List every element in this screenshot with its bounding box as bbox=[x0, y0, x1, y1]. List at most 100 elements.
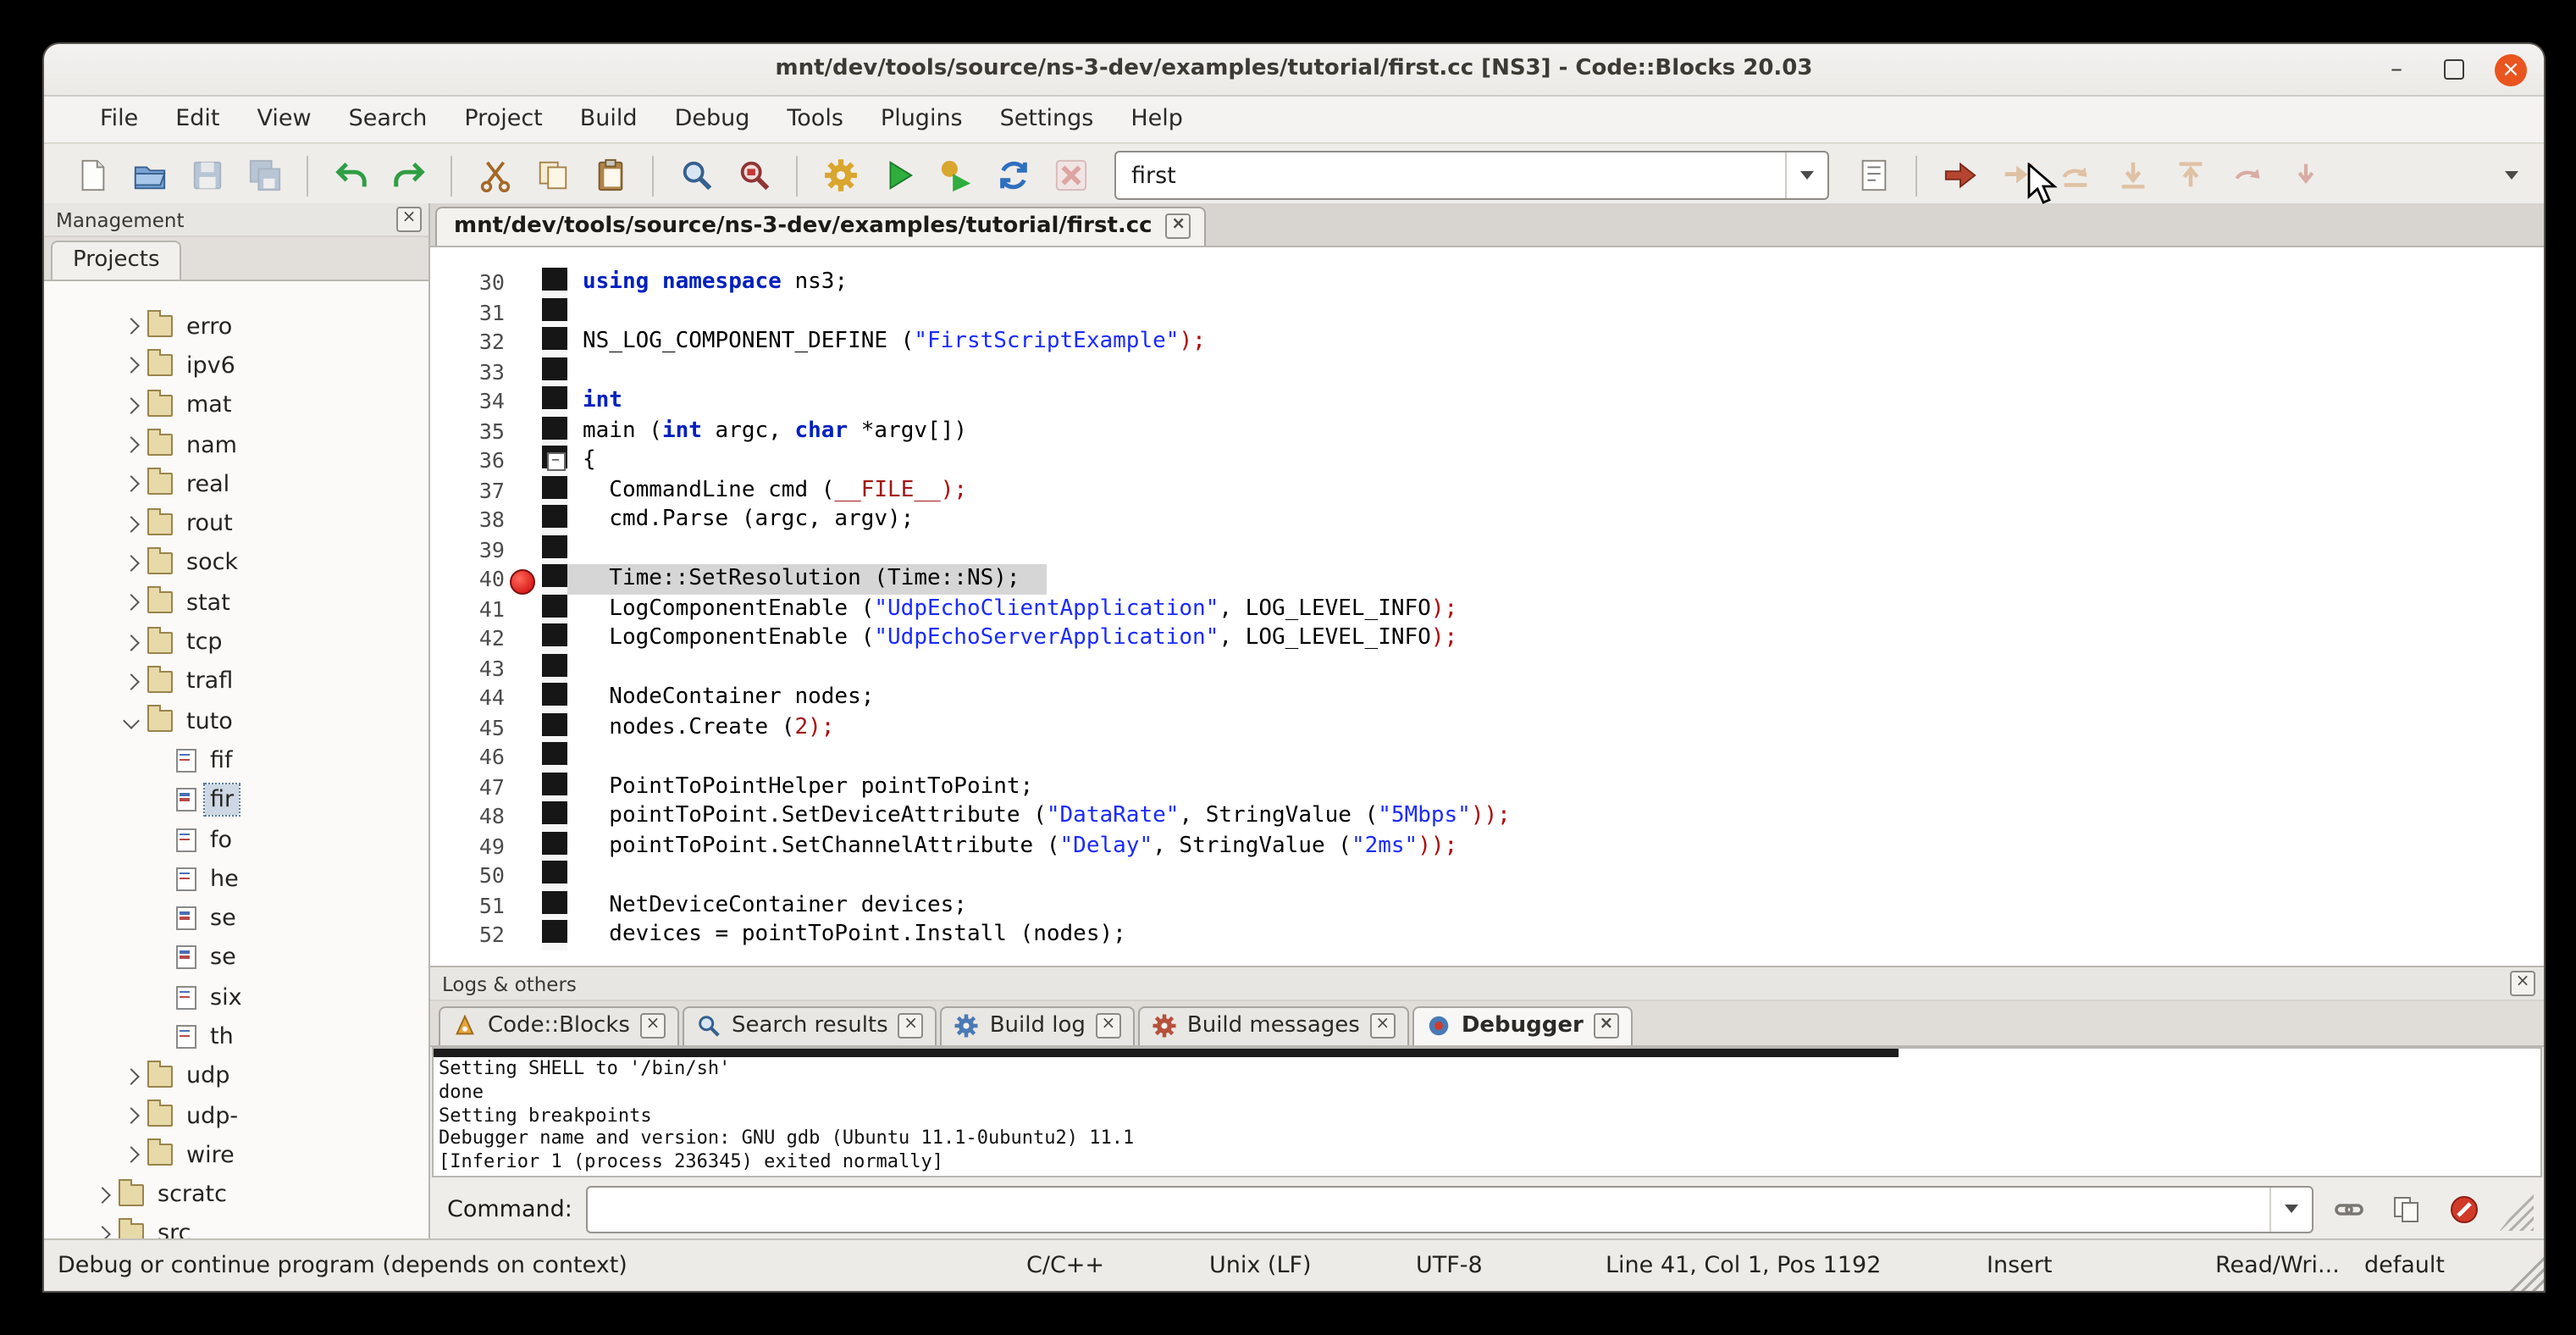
code-line-38[interactable]: 38 cmd.Parse (argc, argv); bbox=[430, 505, 2544, 535]
menu-debug[interactable]: Debug bbox=[656, 97, 769, 142]
breakpoint-margin[interactable] bbox=[505, 475, 542, 505]
tree-item-fo-13[interactable]: fo bbox=[44, 820, 428, 860]
breakpoint-margin[interactable] bbox=[505, 653, 542, 683]
tree-item-udp-19[interactable]: udp bbox=[44, 1056, 428, 1096]
maximize-button[interactable] bbox=[2437, 53, 2471, 86]
tree-item-mat-2[interactable]: mat bbox=[44, 385, 428, 425]
tree-item-ipv6-1[interactable]: ipv6 bbox=[44, 346, 428, 386]
menu-edit[interactable]: Edit bbox=[157, 97, 238, 142]
menu-build[interactable]: Build bbox=[561, 97, 656, 142]
tree-item-scratc-22[interactable]: scratc bbox=[44, 1175, 428, 1215]
code-line-36[interactable]: 36−{ bbox=[430, 446, 2544, 475]
tree-item-rout-5[interactable]: rout bbox=[44, 504, 428, 544]
code-line-32[interactable]: 32NS_LOG_COMPONENT_DEFINE ("FirstScriptE… bbox=[430, 327, 2544, 357]
menu-tools[interactable]: Tools bbox=[768, 97, 862, 142]
replace-icon[interactable] bbox=[730, 153, 777, 197]
tree-item-trafl-9[interactable]: trafl bbox=[44, 662, 428, 701]
log-tab-close-icon[interactable]: × bbox=[1594, 1013, 1619, 1039]
menu-project[interactable]: Project bbox=[445, 97, 561, 142]
chevron-right-icon[interactable] bbox=[119, 479, 142, 490]
breakpoint-margin[interactable] bbox=[505, 327, 542, 357]
code-line-52[interactable]: 52 devices = pointToPoint.Install (nodes… bbox=[430, 920, 2544, 950]
menu-plugins[interactable]: Plugins bbox=[862, 97, 981, 142]
debugger-log[interactable]: Setting SHELL to '/bin/sh'doneSetting br… bbox=[432, 1047, 2542, 1177]
breakpoint-margin[interactable] bbox=[505, 268, 542, 297]
chevron-right-icon[interactable] bbox=[119, 320, 142, 332]
new-file-icon[interactable] bbox=[68, 153, 115, 197]
log-tab-close-icon[interactable]: × bbox=[1096, 1013, 1121, 1039]
code-line-50[interactable]: 50 bbox=[430, 861, 2544, 890]
chevron-right-icon[interactable] bbox=[119, 1149, 142, 1161]
breakpoint-icon[interactable] bbox=[510, 568, 535, 594]
open-file-icon[interactable] bbox=[125, 153, 173, 197]
tree-item-th-18[interactable]: th bbox=[44, 1017, 428, 1057]
chevron-right-icon[interactable] bbox=[90, 1188, 113, 1200]
editor-tab-first-cc[interactable]: mnt/dev/tools/source/ns-3-dev/examples/t… bbox=[435, 207, 1207, 246]
breakpoint-margin[interactable] bbox=[505, 683, 542, 712]
chevron-right-icon[interactable] bbox=[119, 1110, 142, 1122]
breakpoint-margin[interactable] bbox=[505, 416, 542, 446]
breakpoint-margin[interactable] bbox=[505, 535, 542, 564]
breakpoint-margin[interactable] bbox=[505, 386, 542, 416]
attach-icon[interactable] bbox=[2327, 1187, 2371, 1231]
chevron-down-icon[interactable] bbox=[119, 715, 142, 727]
tree-item-he-14[interactable]: he bbox=[44, 859, 428, 899]
code-line-39[interactable]: 39 bbox=[430, 535, 2544, 564]
code-line-30[interactable]: 30using namespace ns3; bbox=[430, 268, 2544, 297]
breakpoint-margin[interactable] bbox=[505, 357, 542, 386]
log-tab-close-icon[interactable]: × bbox=[640, 1013, 666, 1039]
build-and-run-icon[interactable] bbox=[931, 153, 979, 197]
close-button[interactable]: × bbox=[2495, 53, 2527, 86]
panel-resize-grip[interactable] bbox=[2500, 1187, 2534, 1231]
paste-icon[interactable] bbox=[586, 153, 633, 197]
minimize-button[interactable]: – bbox=[2380, 53, 2413, 86]
tree-item-erro-0[interactable]: erro bbox=[44, 307, 428, 346]
code-editor[interactable]: 30using namespace ns3;3132NS_LOG_COMPONE… bbox=[430, 247, 2544, 966]
log-tab-close-icon[interactable]: × bbox=[1370, 1013, 1396, 1039]
fold-collapse-icon[interactable]: − bbox=[546, 452, 565, 471]
tree-item-six-17[interactable]: six bbox=[44, 978, 428, 1017]
tree-item-sock-6[interactable]: sock bbox=[44, 544, 428, 584]
code-line-40[interactable]: 40 Time::SetResolution (Time::NS); bbox=[430, 564, 2544, 594]
undo-icon[interactable] bbox=[327, 153, 374, 197]
breakpoint-margin[interactable] bbox=[505, 742, 542, 772]
tree-item-tuto-10[interactable]: tuto bbox=[44, 701, 428, 741]
rebuild-icon[interactable] bbox=[989, 153, 1036, 197]
code-line-33[interactable]: 33 bbox=[430, 357, 2544, 386]
tree-item-nam-3[interactable]: nam bbox=[44, 425, 428, 465]
management-close-icon[interactable]: × bbox=[396, 207, 422, 232]
breakpoint-margin[interactable] bbox=[505, 297, 542, 327]
code-line-35[interactable]: 35main (int argc, char *argv[]) bbox=[430, 416, 2544, 446]
stop-debugger-icon[interactable] bbox=[2442, 1187, 2486, 1231]
log-tab-build-messages[interactable]: Build messages× bbox=[1138, 1006, 1409, 1045]
chevron-right-icon[interactable] bbox=[119, 360, 142, 372]
code-line-46[interactable]: 46 bbox=[430, 742, 2544, 772]
command-dropdown-icon[interactable] bbox=[2269, 1187, 2312, 1231]
breakpoint-margin[interactable] bbox=[505, 772, 542, 801]
menu-help[interactable]: Help bbox=[1112, 97, 1202, 142]
tree-item-se-16[interactable]: se bbox=[44, 939, 428, 978]
log-tab-close-icon[interactable]: × bbox=[898, 1013, 924, 1039]
tree-item-udp--20[interactable]: udp- bbox=[44, 1096, 428, 1136]
code-line-48[interactable]: 48 pointToPoint.SetDeviceAttribute ("Dat… bbox=[430, 801, 2544, 831]
code-line-41[interactable]: 41 LogComponentEnable ("UdpEchoClientApp… bbox=[430, 594, 2544, 623]
breakpoint-margin[interactable] bbox=[505, 801, 542, 831]
chevron-right-icon[interactable] bbox=[119, 636, 142, 648]
chevron-right-icon[interactable] bbox=[119, 676, 142, 688]
chevron-right-icon[interactable] bbox=[119, 518, 142, 529]
combo-dropdown-icon[interactable] bbox=[1785, 152, 1827, 198]
chevron-right-icon[interactable] bbox=[119, 557, 142, 569]
breakpoint-margin[interactable] bbox=[505, 712, 542, 742]
breakpoint-margin[interactable] bbox=[505, 505, 542, 535]
toolbar-overflow-icon[interactable] bbox=[2493, 171, 2530, 180]
code-line-43[interactable]: 43 bbox=[430, 653, 2544, 683]
tree-item-wire-21[interactable]: wire bbox=[44, 1135, 428, 1175]
command-input[interactable] bbox=[586, 1185, 2313, 1233]
code-line-34[interactable]: 34int bbox=[430, 386, 2544, 416]
breakpoint-margin[interactable] bbox=[505, 890, 542, 920]
chevron-right-icon[interactable] bbox=[119, 399, 142, 411]
menu-view[interactable]: View bbox=[239, 97, 330, 142]
chevron-right-icon[interactable] bbox=[119, 439, 142, 451]
code-line-31[interactable]: 31 bbox=[430, 297, 2544, 327]
menu-file[interactable]: File bbox=[81, 97, 157, 142]
